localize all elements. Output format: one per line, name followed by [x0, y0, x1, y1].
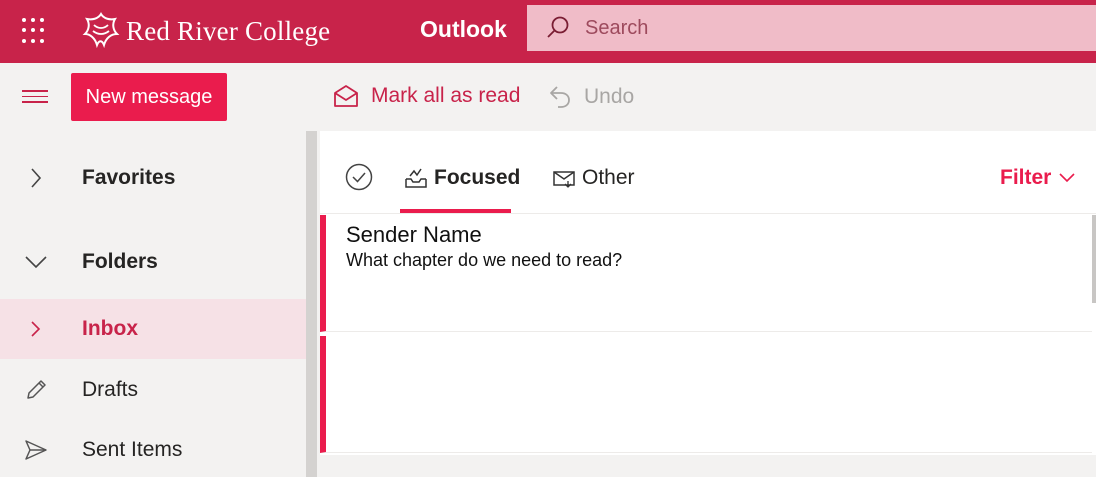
hamburger-menu-icon[interactable] — [22, 90, 48, 106]
sidebar-item-label: Folders — [82, 250, 158, 273]
sidebar-item-inbox[interactable]: Inbox — [0, 299, 306, 359]
envelope-open-icon — [334, 85, 358, 107]
search-icon — [547, 16, 569, 38]
message-list-item[interactable]: Sender Name What chapter do we need to r… — [320, 215, 1092, 332]
filter-button[interactable]: Filter — [1000, 166, 1075, 190]
message-list-scrollbar[interactable] — [1092, 215, 1096, 303]
top-bar: Red River College Outlook — [0, 0, 1096, 63]
sidebar-item-label: Drafts — [82, 378, 139, 401]
tab-focused[interactable]: Focused — [404, 166, 520, 190]
tab-other-label: Other — [582, 166, 635, 189]
tab-focused-label: Focused — [434, 166, 521, 189]
college-name: Red River College — [126, 15, 331, 46]
select-all-check-icon[interactable] — [345, 163, 373, 196]
message-preview: What chapter do we need to read? — [346, 250, 623, 270]
message-list-item-empty[interactable] — [320, 336, 1092, 453]
folder-pane: Favorites Folders Inbox Drafts Sent Item… — [0, 131, 306, 477]
mark-all-read-label: Mark all as read — [371, 84, 521, 107]
mark-all-read-button[interactable]: Mark all as read — [333, 84, 520, 108]
pencil-icon — [24, 378, 48, 402]
mail-other-icon — [553, 171, 575, 188]
sidebar-item-label: Inbox — [82, 317, 138, 340]
search-box[interactable] — [527, 5, 1096, 51]
message-list-footer — [320, 455, 1096, 477]
chevron-right-icon[interactable] — [24, 166, 48, 190]
sidebar-item-folders[interactable]: Folders — [0, 232, 306, 292]
sidebar-item-label: Sent Items — [82, 438, 183, 461]
app-name[interactable]: Outlook — [420, 16, 507, 43]
chevron-down-icon[interactable] — [24, 250, 48, 274]
chevron-down-icon — [1059, 173, 1075, 183]
college-logo[interactable]: Red River College — [82, 10, 330, 50]
send-icon — [24, 438, 48, 462]
app-launcher-icon[interactable] — [20, 16, 50, 46]
chevron-right-icon[interactable] — [24, 317, 48, 341]
message-list-pane: Focused Other Filter Sender Name What ch… — [320, 131, 1096, 477]
search-input[interactable] — [585, 16, 1035, 40]
sidebar-item-drafts[interactable]: Drafts — [0, 360, 306, 420]
undo-icon — [550, 86, 570, 108]
tab-other[interactable]: Other — [552, 166, 635, 190]
inbox-focused-icon — [405, 168, 427, 188]
active-tab-indicator — [400, 209, 511, 213]
sidebar-item-sent-items[interactable]: Sent Items — [0, 420, 306, 477]
sidebar-item-favorites[interactable]: Favorites — [0, 148, 306, 208]
sidebar-item-label: Favorites — [82, 166, 176, 189]
folder-pane-scrollbar[interactable] — [306, 131, 317, 477]
filter-label: Filter — [1000, 166, 1052, 189]
inbox-tabs: Focused Other Filter — [320, 131, 1096, 214]
college-crest-icon — [82, 12, 120, 49]
new-message-button[interactable]: New message — [71, 73, 227, 121]
message-sender: Sender Name — [346, 222, 482, 247]
undo-button[interactable]: Undo — [548, 84, 634, 110]
undo-label: Undo — [584, 85, 635, 108]
